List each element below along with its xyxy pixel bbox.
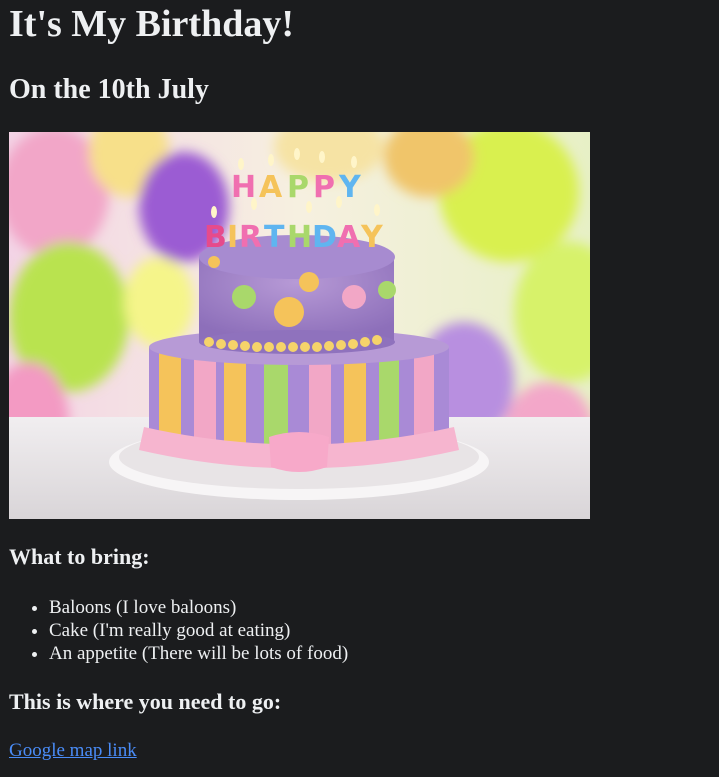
svg-text:A: A	[259, 170, 283, 205]
svg-text:T: T	[264, 220, 285, 255]
page-subtitle: On the 10th July	[9, 74, 209, 105]
google-map-link[interactable]: Google map link	[9, 739, 137, 762]
page-title: It's My Birthday!	[9, 3, 294, 45]
svg-text:Y: Y	[360, 220, 384, 255]
svg-text:R: R	[239, 220, 262, 255]
svg-text:A: A	[337, 220, 361, 255]
svg-text:P: P	[287, 170, 309, 205]
svg-text:P: P	[313, 170, 335, 205]
svg-text:H: H	[287, 220, 312, 255]
svg-text:I: I	[227, 220, 238, 255]
list-item: Cake (I'm really good at eating)	[49, 619, 710, 642]
list-item: An appetite (There will be lots of food)	[49, 642, 710, 665]
svg-text:D: D	[312, 220, 337, 255]
birthday-cake-image: H A P P Y B I R T H D A Y	[9, 132, 590, 519]
bring-heading: What to bring:	[9, 544, 150, 569]
directions-heading: This is where you need to go:	[9, 689, 282, 714]
list-item: Baloons (I love baloons)	[49, 596, 710, 619]
bring-list: Baloons (I love baloons) Cake (I'm reall…	[9, 596, 710, 665]
svg-text:B: B	[204, 220, 227, 255]
